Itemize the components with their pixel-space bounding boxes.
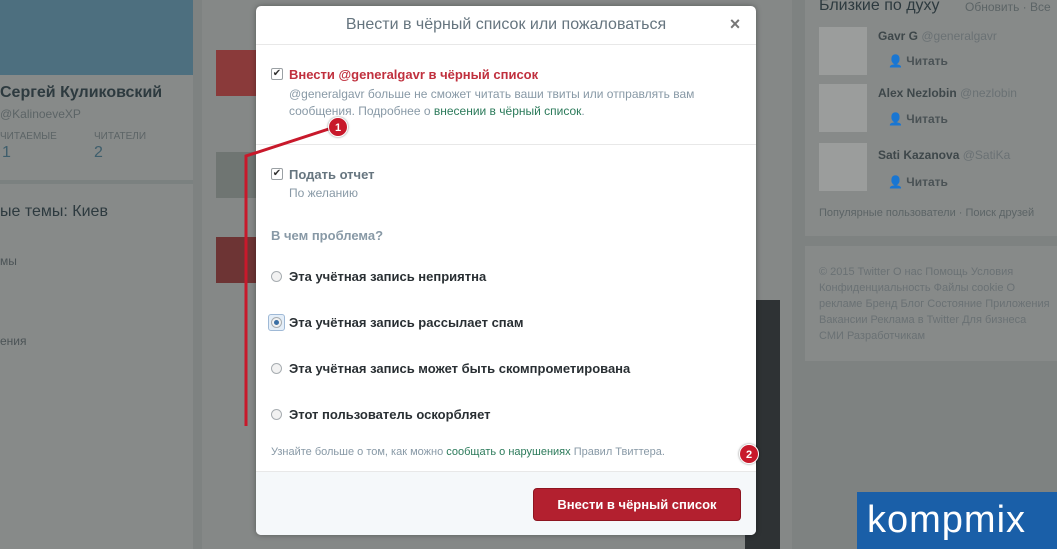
kompmix-watermark: kompmix [857, 492, 1057, 549]
callout-1: 1 [328, 117, 348, 137]
annotation-arrow-1 [244, 124, 339, 426]
callout-2: 2 [739, 444, 759, 464]
annotation-lines [244, 124, 751, 460]
